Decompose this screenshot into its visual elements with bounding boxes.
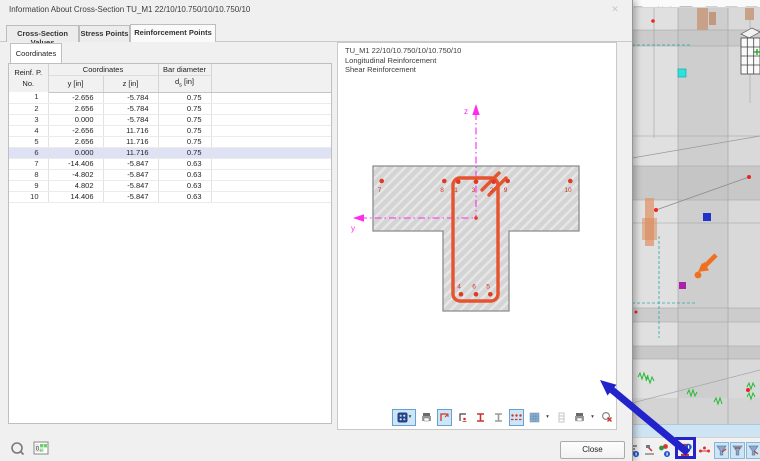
svg-text:4: 4 <box>457 284 461 291</box>
main-tabstrip: Cross-Section Values Stress Points Reinf… <box>6 24 216 42</box>
reinforcement-points-table: Reinf. P. No. Coordinates Bar diameter y… <box>8 63 332 424</box>
printer-graphic-button[interactable] <box>419 409 434 426</box>
screen: Information About Cross-Section TU_M1 22… <box>0 0 760 461</box>
column-header-filler <box>211 64 331 76</box>
table-row[interactable]: 22.656-5.7840.75 <box>9 103 332 114</box>
view-mode-button[interactable]: ▾ <box>392 409 416 426</box>
background-grid-button[interactable] <box>527 409 542 426</box>
table-row[interactable]: 1014.406-5.8470.63 <box>9 191 332 202</box>
svg-text:7: 7 <box>378 187 382 194</box>
close-button[interactable]: Close <box>560 441 625 459</box>
dropdown-caret-icon[interactable]: ▾ <box>589 415 596 420</box>
tab-cross-section-values[interactable]: Cross-Section Values <box>6 25 79 42</box>
svg-text:8: 8 <box>440 187 444 194</box>
results-toolbar <box>632 437 760 461</box>
table-row-selected[interactable]: 60.00011.7160.75 <box>9 147 332 158</box>
svg-text:3: 3 <box>472 187 476 194</box>
annotation-highlight-box <box>675 437 696 459</box>
filter-icon[interactable] <box>746 442 760 459</box>
column-header-ds: ds [in] <box>158 76 211 93</box>
column-header-y: y [in] <box>48 76 103 93</box>
app-toolbar-cutoff <box>632 0 760 8</box>
values-column-button[interactable] <box>554 409 569 426</box>
show-reinforcement-button[interactable] <box>509 409 524 426</box>
table-row[interactable]: 7-14.406-5.8470.63 <box>9 158 332 169</box>
blue-node-marker <box>703 213 711 221</box>
dialog-close-x-button[interactable]: ✕ <box>606 2 624 16</box>
show-numbering-button[interactable] <box>437 409 452 426</box>
y-axis-label: y <box>351 224 355 233</box>
filter-icon[interactable] <box>730 442 745 459</box>
dropdown-caret-icon[interactable]: ▾ <box>544 415 551 420</box>
centroid-point <box>474 216 478 220</box>
tab-reinforcement-points[interactable]: Reinforcement Points <box>130 24 216 42</box>
tab-stress-points[interactable]: Stress Points <box>79 25 130 42</box>
3d-model-view[interactable] <box>632 8 760 424</box>
column-header-z: z [in] <box>103 76 158 93</box>
section-outline-button[interactable] <box>491 409 506 426</box>
y-axis-arrow-icon <box>353 214 364 221</box>
svg-text:2: 2 <box>490 187 494 194</box>
preview-line-longitudinal: Longitudinal Reinforcement <box>345 56 461 66</box>
z-axis-label: z <box>464 107 468 116</box>
cyan-node-marker <box>678 69 686 77</box>
column-header-bar-diameter: Bar diameter <box>158 64 211 76</box>
panel-header-strip <box>632 424 760 438</box>
table-row[interactable]: 94.802-5.8470.63 <box>9 180 332 191</box>
preview-header: TU_M1 22/10/10.750/10/10.750/10 Longitud… <box>345 46 461 75</box>
preview-line-shear: Shear Reinforcement <box>345 65 461 75</box>
column-header-reinf-no: Reinf. P. No. <box>9 64 48 92</box>
zoom-reset-button[interactable] <box>599 409 614 426</box>
dropdown-caret-icon: ▾ <box>409 415 412 420</box>
svg-text:0,: 0, <box>36 447 41 453</box>
purple-node-marker <box>679 282 686 289</box>
svg-text:5: 5 <box>486 284 490 291</box>
units-settings-icon[interactable]: 0, <box>33 440 50 457</box>
main-application-window <box>632 0 760 461</box>
z-axis-arrow-icon <box>472 104 479 115</box>
show-dimensions-button[interactable] <box>455 409 470 426</box>
table-row[interactable]: 8-4.802-5.8470.63 <box>9 169 332 180</box>
table-row[interactable]: 52.65611.7160.75 <box>9 136 332 147</box>
print-button[interactable] <box>572 409 587 426</box>
dialog-titlebar[interactable]: Information About Cross-Section TU_M1 22… <box>0 0 632 22</box>
cross-section-drawing[interactable]: z y 1 2 3 4 5 <box>338 91 618 411</box>
svg-text:1: 1 <box>454 187 458 194</box>
help-icon[interactable] <box>10 441 26 457</box>
svg-text:10: 10 <box>564 187 572 194</box>
cross-section-preview-panel: TU_M1 22/10/10.750/10/10.750/10 Longitud… <box>337 42 617 430</box>
measure-icon[interactable] <box>642 442 657 458</box>
preview-section-name: TU_M1 22/10/10.750/10/10.750/10 <box>345 46 461 56</box>
table-row[interactable]: 1-2.656-5.7840.75 <box>9 92 332 103</box>
filter-icon[interactable] <box>714 442 729 459</box>
svg-text:9: 9 <box>504 187 508 194</box>
stress-points-icon[interactable] <box>697 442 712 458</box>
tab-coordinates[interactable]: Coordinates <box>10 43 62 63</box>
preview-toolbar: ▾ <box>392 408 614 426</box>
orange-node-marker <box>695 272 702 279</box>
dialog-title: Information About Cross-Section TU_M1 22… <box>9 5 250 14</box>
table-row[interactable]: 30.000-5.7840.75 <box>9 114 332 125</box>
column-header-coordinates: Coordinates <box>48 64 158 76</box>
points-info-icon[interactable] <box>657 442 672 458</box>
section-solid-button[interactable] <box>473 409 488 426</box>
table-row[interactable]: 4-2.65611.7160.75 <box>9 125 332 136</box>
info-dialog: Information About Cross-Section TU_M1 22… <box>0 0 633 461</box>
svg-text:6: 6 <box>472 284 476 291</box>
